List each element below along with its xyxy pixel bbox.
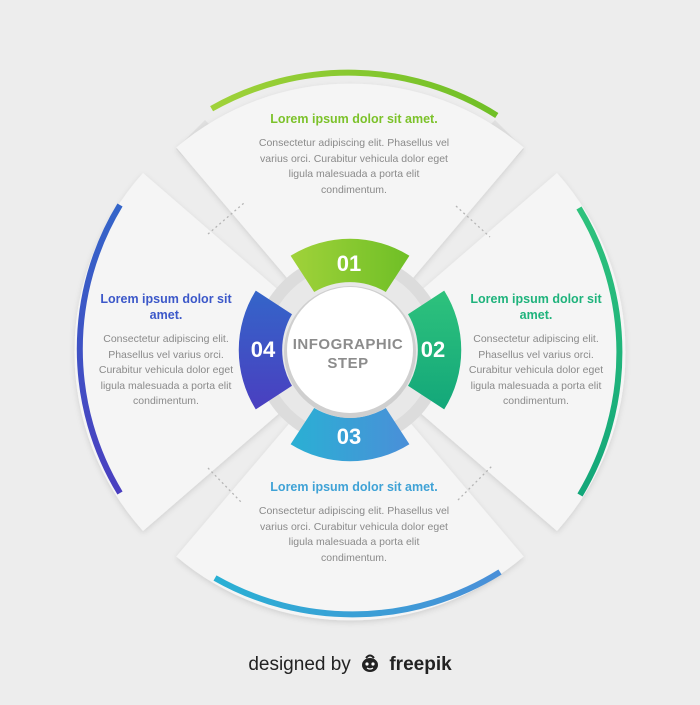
step-block-4: Lorem ipsum dolor sit amet. Consectetur … xyxy=(92,291,240,410)
step-block-2: Lorem ipsum dolor sit amet. Consectetur … xyxy=(462,291,610,410)
step-body-3: Consectetur adipiscing elit. Phasellus v… xyxy=(258,505,450,564)
center-title: INFOGRAPHIC STEP xyxy=(288,335,408,373)
step-title-4: Lorem ipsum dolor sit amet. xyxy=(100,292,232,322)
step-title-1: Lorem ipsum dolor sit amet. xyxy=(270,112,438,126)
step-block-3: Lorem ipsum dolor sit amet. Consectetur … xyxy=(258,479,450,566)
center-title-line1: INFOGRAPHIC xyxy=(292,336,404,353)
step-title-3: Lorem ipsum dolor sit amet. xyxy=(270,480,438,494)
step-body-1: Consectetur adipiscing elit. Phasellus v… xyxy=(258,137,450,196)
center-title-line2: STEP xyxy=(327,355,369,372)
step-block-1: Lorem ipsum dolor sit amet. Consectetur … xyxy=(258,111,450,198)
freepik-logo-icon xyxy=(359,653,381,679)
credit-brand: freepik xyxy=(389,654,452,675)
step-body-4: Consectetur adipiscing elit. Phasellus v… xyxy=(98,333,234,407)
step-body-2: Consectetur adipiscing elit. Phasellus v… xyxy=(468,333,604,407)
step-number-2: 02 xyxy=(420,337,446,362)
step-number-3: 03 xyxy=(336,424,362,449)
credit-line: designed by freepik xyxy=(0,653,700,679)
credit-prefix: designed by xyxy=(248,654,351,675)
step-number-1: 01 xyxy=(336,251,362,276)
step-title-2: Lorem ipsum dolor sit amet. xyxy=(470,292,602,322)
step-number-4: 04 xyxy=(250,337,276,362)
